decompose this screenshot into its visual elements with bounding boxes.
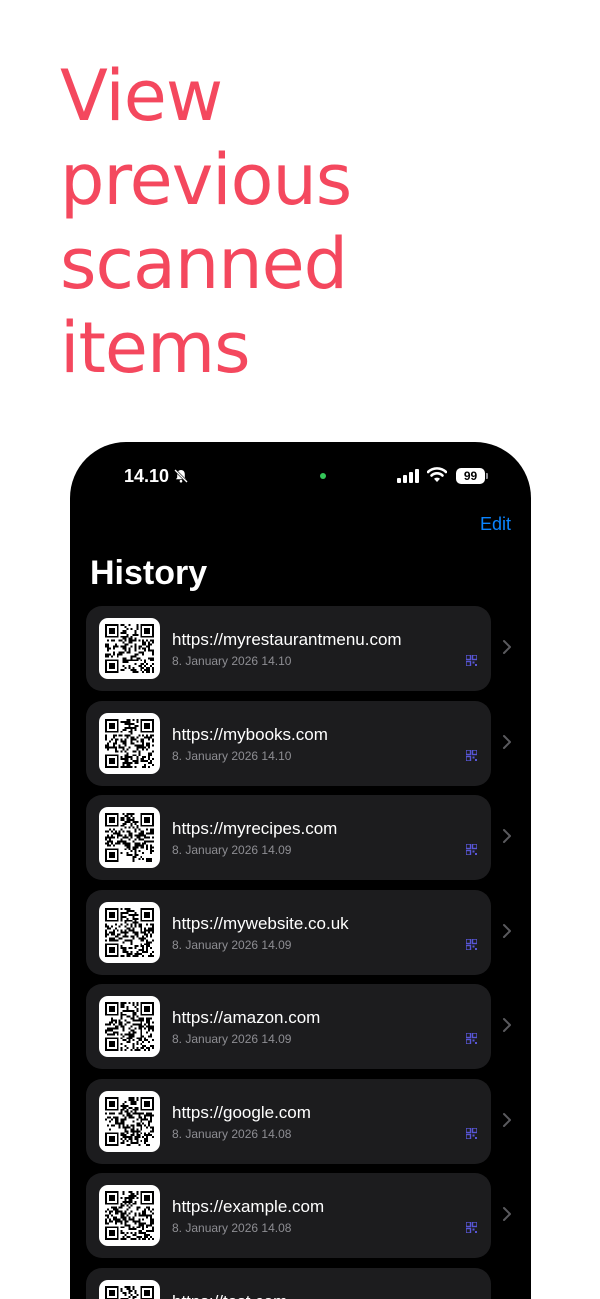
- history-url: https://myrestaurantmenu.com: [172, 630, 402, 649]
- history-row[interactable]: https://test.com: [86, 1267, 491, 1299]
- history-url: https://myrecipes.com: [172, 819, 338, 838]
- history-url: https://test.com: [172, 1292, 287, 1299]
- qr-code-icon: [466, 1127, 477, 1139]
- cellular-signal-icon: [397, 469, 419, 483]
- history-row[interactable]: https://myrestaurantmenu.com 8. January …: [86, 606, 511, 691]
- chevron-right-icon: [503, 829, 511, 843]
- privacy-indicator-dot: [320, 473, 326, 479]
- history-timestamp: 8. January 2026 14.08: [172, 1126, 292, 1141]
- qr-code-thumbnail: [99, 1090, 160, 1152]
- qr-code-icon: [105, 1285, 154, 1299]
- history-row[interactable]: https://mywebsite.co.uk 8. January 2026 …: [86, 889, 511, 975]
- chevron-right-icon: [503, 923, 511, 938]
- qr-code-icon: [466, 1222, 477, 1233]
- history-timestamp: 8. January 2026 14.10: [172, 654, 292, 668]
- bell-slash-icon: [174, 469, 188, 483]
- history-url: https://example.com: [172, 1197, 325, 1216]
- qr-code-icon: [105, 813, 154, 862]
- history-url: https://google.com: [172, 1102, 311, 1122]
- headline-line: items: [60, 307, 251, 389]
- qr-code-thumbnail: [99, 1185, 160, 1246]
- marketing-headline: View previous scanned items: [60, 54, 560, 390]
- history-row[interactable]: https://example.com 8. January 2026 14.0…: [86, 1173, 511, 1258]
- history-timestamp: 8. January 2026 14.08: [172, 1221, 292, 1235]
- qr-code-icon: [466, 655, 477, 666]
- history-url: https://mybooks.com: [172, 724, 328, 744]
- qr-code-icon: [466, 749, 477, 761]
- qr-code-icon: [105, 1096, 154, 1146]
- history-timestamp: 8. January 2026 14.09: [172, 1032, 292, 1046]
- page-title: History: [90, 554, 208, 592]
- history-url: https://amazon.com: [172, 1008, 321, 1027]
- history-timestamp: 8. January 2026 14.09: [172, 937, 292, 952]
- history-row[interactable]: https://amazon.com 8. January 2026 14.09: [86, 984, 511, 1069]
- wifi-icon: [427, 467, 447, 482]
- headline-line: previous: [60, 139, 352, 221]
- qr-code-thumbnail: [99, 901, 160, 963]
- history-timestamp: 8. January 2026 14.10: [172, 748, 292, 763]
- qr-code-icon: [466, 844, 477, 855]
- chevron-right-icon: [503, 1018, 511, 1032]
- status-time: 14.10: [124, 466, 170, 486]
- headline-line: scanned: [60, 223, 348, 305]
- status-bar: 14.10 99: [70, 442, 531, 512]
- chevron-right-icon: [503, 640, 511, 654]
- qr-code-icon: [105, 907, 154, 957]
- qr-code-thumbnail: [99, 807, 160, 868]
- chevron-right-icon: [503, 1207, 511, 1221]
- history-row[interactable]: https://mybooks.com 8. January 2026 14.1…: [86, 700, 511, 786]
- chevron-right-icon: [503, 1112, 511, 1127]
- chevron-right-icon: [503, 734, 511, 749]
- qr-code-icon: [105, 718, 154, 768]
- qr-code-icon: [105, 624, 154, 673]
- qr-code-thumbnail: [99, 996, 160, 1057]
- qr-code-icon: [105, 1002, 154, 1051]
- qr-code-icon: [105, 1191, 154, 1240]
- history-timestamp: 8. January 2026 14.09: [172, 843, 292, 857]
- qr-code-icon: [466, 938, 477, 950]
- history-row[interactable]: https://google.com 8. January 2026 14.08: [86, 1078, 511, 1164]
- qr-code-thumbnail: [99, 618, 160, 679]
- qr-code-thumbnail: [99, 712, 160, 774]
- phone-frame: 14.10 99 Edit History https://myrestaura…: [70, 442, 531, 1299]
- history-url: https://mywebsite.co.uk: [172, 913, 349, 933]
- history-row[interactable]: https://myrecipes.com 8. January 2026 14…: [86, 795, 511, 880]
- battery-tip: [486, 473, 488, 479]
- history-list: https://myrestaurantmenu.com 8. January …: [86, 606, 516, 1299]
- battery-icon: 99: [456, 468, 485, 484]
- qr-code-icon: [466, 1033, 477, 1044]
- edit-button[interactable]: Edit: [480, 514, 511, 535]
- qr-code-thumbnail: [99, 1279, 160, 1299]
- headline-line: View: [60, 55, 223, 137]
